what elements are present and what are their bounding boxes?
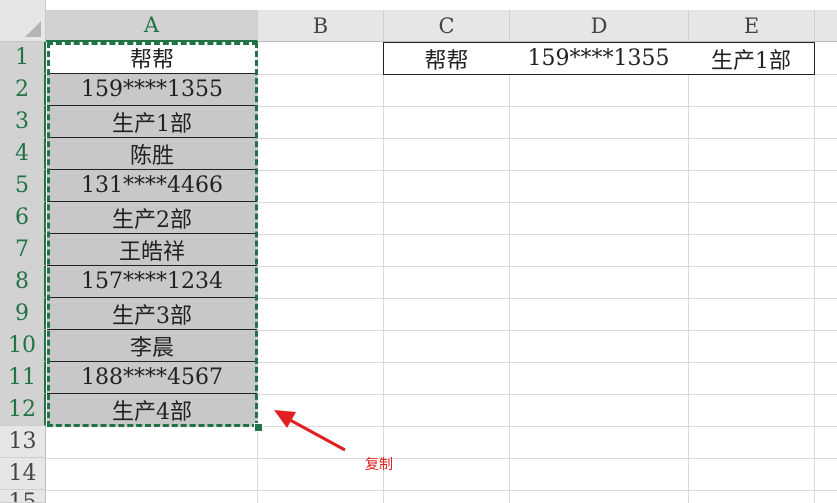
annotation-label: 复制 (365, 457, 393, 473)
annotation-arrow-icon (274, 410, 346, 452)
spreadsheet: A B C D E 1 2 3 4 5 6 7 8 9 10 11 12 13 … (0, 0, 837, 503)
